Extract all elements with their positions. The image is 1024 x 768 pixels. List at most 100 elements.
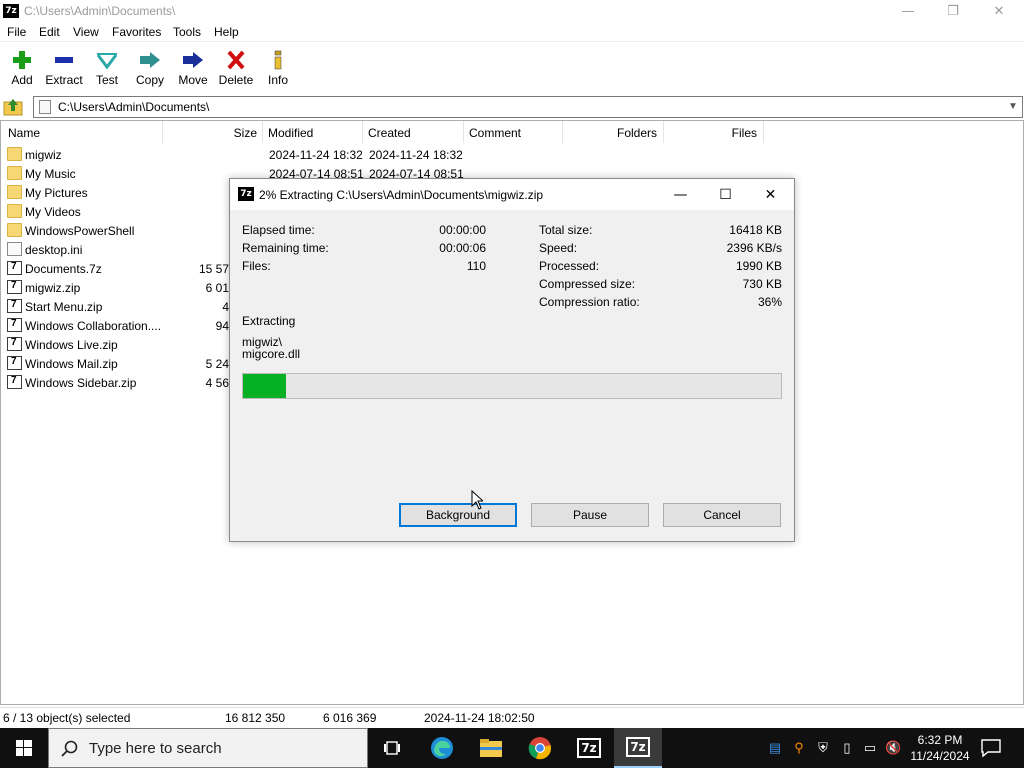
up-folder-icon[interactable] — [3, 97, 23, 117]
address-path[interactable]: C:\Users\Admin\Documents\ — [58, 100, 209, 114]
column-modified[interactable]: Modified — [263, 121, 363, 143]
file-name: Windows Collaboration.... — [25, 319, 162, 333]
7zip-taskbar-button[interactable]: 7z — [565, 728, 613, 768]
settings-file-icon — [7, 242, 22, 256]
add-button[interactable]: Add — [0, 48, 44, 92]
address-field[interactable]: C:\Users\Admin\Documents\ ▼ — [33, 96, 1023, 118]
copy-button[interactable]: Copy — [128, 48, 172, 92]
compressed-size-value: 730 KB — [742, 277, 782, 291]
folder-icon — [7, 223, 22, 237]
info-button[interactable]: Info — [256, 48, 300, 92]
volume-muted-icon[interactable]: 🔇 — [885, 740, 901, 756]
dialog-maximize-button[interactable]: ☐ — [703, 179, 748, 210]
status-total-size: 16 812 350 — [225, 711, 286, 725]
progress-bar-fill — [243, 374, 286, 398]
current-file: migcore.dll — [242, 347, 301, 361]
folder-icon — [7, 185, 22, 199]
column-files[interactable]: Files — [664, 121, 764, 143]
chrome-icon — [528, 737, 551, 760]
move-button[interactable]: Move — [171, 48, 215, 92]
menu-edit[interactable]: Edit — [39, 25, 60, 39]
file-size: 5 24 — [205, 357, 229, 371]
7zip-app-icon: 7z — [238, 187, 254, 201]
taskbar-clock[interactable]: 6:32 PM 11/24/2024 — [908, 732, 972, 764]
file-name: Documents.7z — [25, 262, 102, 276]
delete-button[interactable]: Delete — [214, 48, 258, 92]
file-name: migwiz.zip — [25, 281, 81, 295]
menu-file[interactable]: File — [7, 25, 26, 39]
processed-label: Processed: — [539, 259, 600, 273]
progress-bar — [242, 373, 782, 399]
speed-value: 2396 KB/s — [726, 241, 782, 255]
mouse-cursor-icon — [471, 490, 483, 510]
edge-button[interactable] — [418, 728, 466, 768]
7zip-active-icon: 7z — [626, 737, 650, 757]
chrome-button[interactable] — [516, 728, 564, 768]
column-comment[interactable]: Comment — [464, 121, 563, 143]
menu-favorites[interactable]: Favorites — [112, 25, 161, 39]
compression-ratio-label: Compression ratio: — [539, 295, 640, 309]
extract-icon — [55, 57, 73, 63]
dialog-titlebar: 7z 2% Extracting C:\Users\Admin\Document… — [230, 179, 794, 210]
extract-label: Extract — [45, 73, 83, 87]
cancel-button[interactable]: Cancel — [663, 503, 781, 527]
file-name: WindowsPowerShell — [25, 224, 135, 238]
tray-app-icon[interactable]: ▤ — [767, 740, 783, 756]
toolbar: Add Extract Test Copy Move Delete Info — [0, 44, 1024, 94]
pause-button[interactable]: Pause — [531, 503, 649, 527]
compression-ratio-value: 36% — [757, 295, 782, 309]
file-row[interactable]: migwiz 2024-11-24 18:32 2024-11-24 18:32 — [1, 145, 1023, 164]
move-icon — [183, 52, 203, 68]
file-explorer-button[interactable] — [467, 728, 515, 768]
file-name: Windows Live.zip — [25, 338, 118, 352]
taskbar-search-box[interactable]: Type here to search — [48, 728, 368, 768]
add-label: Add — [11, 73, 33, 87]
window-title: C:\Users\Admin\Documents\ — [24, 4, 176, 18]
dialog-close-button[interactable]: ✕ — [748, 179, 793, 210]
elapsed-time-value: 00:00:00 — [439, 223, 486, 237]
file-explorer-icon — [480, 739, 502, 757]
menu-help[interactable]: Help — [214, 25, 239, 39]
network-icon[interactable]: ▭ — [862, 740, 878, 756]
minimize-button[interactable]: — — [885, 0, 931, 22]
folder-icon — [7, 147, 22, 161]
column-name[interactable]: Name — [1, 121, 163, 143]
extract-button[interactable]: Extract — [42, 48, 86, 92]
restore-button[interactable]: ❐ — [930, 0, 976, 22]
column-folders[interactable]: Folders — [563, 121, 664, 143]
windows-start-icon[interactable] — [0, 728, 48, 768]
tray-search-icon[interactable]: ⚲ — [791, 740, 807, 756]
status-bar: 6 / 13 object(s) selected 16 812 350 6 0… — [0, 707, 1024, 727]
file-name: migwiz — [25, 148, 62, 162]
speed-label: Speed: — [539, 241, 578, 255]
file-size: 4 56 — [205, 376, 229, 390]
menu-tools[interactable]: Tools — [173, 25, 201, 39]
7zip-active-taskbar-button[interactable]: 7z — [614, 728, 662, 768]
shield-icon[interactable]: ⛨ — [815, 740, 831, 756]
test-icon — [96, 53, 118, 70]
chevron-down-icon[interactable]: ▼ — [1006, 99, 1020, 115]
column-size[interactable]: Size — [163, 121, 263, 143]
menu-bar: File Edit View Favorites Tools Help — [0, 23, 1024, 42]
info-label: Info — [267, 73, 288, 87]
info-icon — [274, 50, 282, 70]
dialog-minimize-button[interactable]: — — [658, 179, 703, 210]
notification-icon[interactable] — [980, 738, 1002, 758]
background-button[interactable]: Background — [399, 503, 517, 527]
file-size: 15 57 — [198, 262, 229, 276]
search-icon — [61, 740, 78, 757]
file-size: 94 — [215, 319, 229, 333]
search-placeholder: Type here to search — [89, 740, 222, 757]
usb-icon[interactable]: ▯ — [839, 740, 855, 756]
menu-view[interactable]: View — [73, 25, 99, 39]
delete-icon — [227, 50, 245, 70]
status-modified: 2024-11-24 18:02:50 — [424, 711, 535, 725]
test-button[interactable]: Test — [85, 48, 129, 92]
close-button[interactable]: ✕ — [976, 0, 1022, 22]
file-modified: 2024-11-24 18:32 — [269, 148, 363, 162]
action-label: Extracting — [242, 314, 296, 328]
task-view-button[interactable] — [368, 728, 416, 768]
column-created[interactable]: Created — [363, 121, 464, 143]
copy-icon — [140, 52, 160, 68]
folder-icon — [7, 204, 22, 218]
